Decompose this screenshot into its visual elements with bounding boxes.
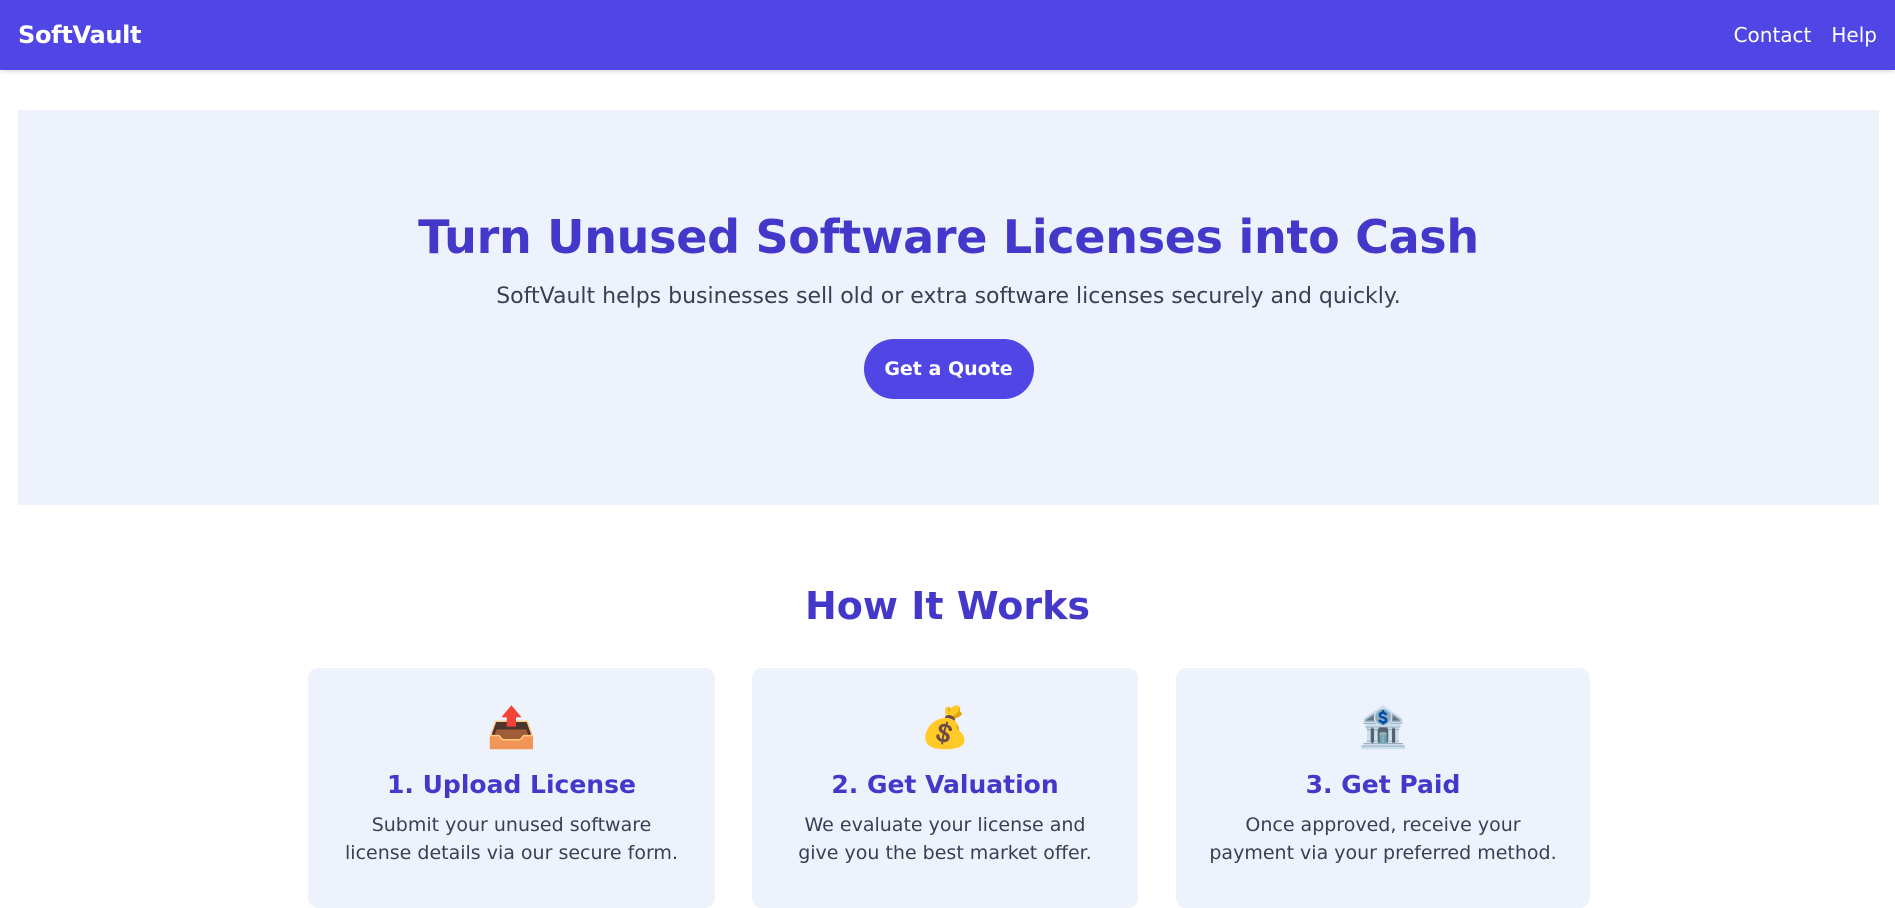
bank-icon: 🏦 — [1358, 705, 1408, 751]
money-bag-icon: 💰 — [920, 705, 970, 751]
hero-subtitle: SoftVault helps businesses sell old or e… — [496, 284, 1401, 309]
nav-links: Contact Help — [1734, 23, 1877, 47]
nav-link-contact[interactable]: Contact — [1734, 23, 1812, 47]
hero-title: Turn Unused Software Licenses into Cash — [418, 210, 1479, 264]
step-title: 2. Get Valuation — [831, 770, 1059, 799]
step-title: 3. Get Paid — [1305, 770, 1461, 799]
upload-tray-icon: 📤 — [486, 705, 537, 751]
step-card-upload: 📤 1. Upload License Submit your unused s… — [308, 668, 715, 908]
step-description: We evaluate your license and give you th… — [798, 814, 1092, 864]
step-card-payment: 🏦 3. Get Paid Once approved, receive you… — [1176, 668, 1590, 908]
step-title: 1. Upload License — [387, 770, 636, 799]
step-description: Once approved, receive your payment via … — [1209, 814, 1557, 864]
hero-section: Turn Unused Software Licenses into Cash … — [18, 110, 1879, 505]
top-navbar: SoftVault Contact Help — [0, 0, 1895, 70]
nav-link-help[interactable]: Help — [1831, 23, 1877, 47]
step-description: Submit your unused software license deta… — [345, 814, 678, 864]
get-quote-button[interactable]: Get a Quote — [863, 339, 1034, 399]
brand-logo[interactable]: SoftVault — [18, 21, 142, 49]
step-card-valuation: 💰 2. Get Valuation We evaluate your lice… — [752, 668, 1138, 908]
how-it-works-title: How It Works — [804, 584, 1091, 628]
